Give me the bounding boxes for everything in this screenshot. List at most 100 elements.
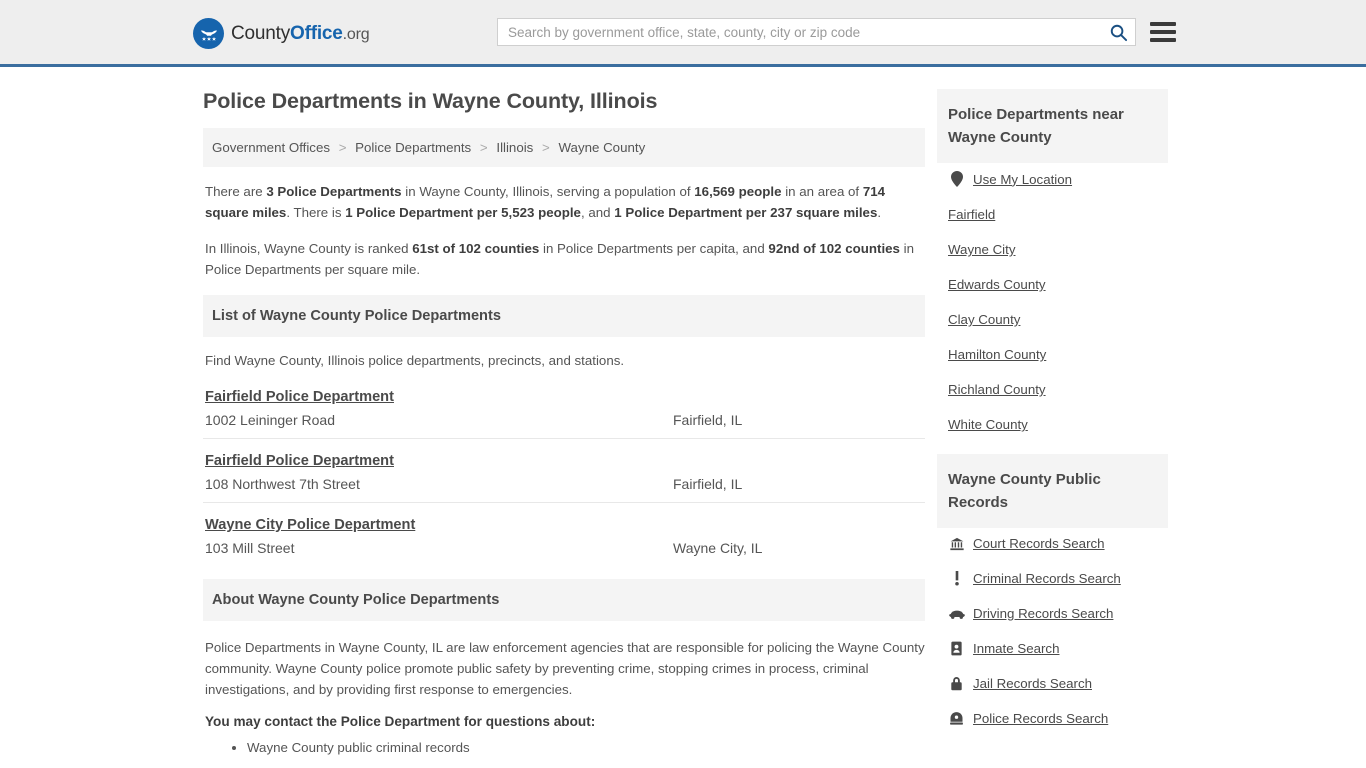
sidebar-item-label: Jail Records Search <box>973 676 1092 691</box>
breadcrumb: Government Offices > Police Departments … <box>203 128 925 167</box>
department-address: 103 Mill Street <box>205 540 295 556</box>
department-detail-line: 1002 Leininger Road Fairfield, IL <box>205 412 925 428</box>
search-input[interactable] <box>498 19 1101 45</box>
search-bar[interactable] <box>497 18 1136 46</box>
sidebar-item-fairfield[interactable]: Fairfield <box>948 207 1168 222</box>
sidebar-item-police-records-search[interactable]: Police Records Search <box>948 711 1168 726</box>
page-body: Police Departments in Wayne County, Illi… <box>0 67 1366 761</box>
breadcrumb-separator-icon: > <box>338 140 347 155</box>
department-detail-line: 108 Northwest 7th Street Fairfield, IL <box>205 476 925 492</box>
sidebar-item-driving-records-search[interactable]: Driving Records Search <box>948 606 1168 621</box>
sidebar-item-label: Court Records Search <box>973 536 1105 551</box>
sidebar-item-edwards-county[interactable]: Edwards County <box>948 277 1168 292</box>
map-pin-icon <box>948 171 965 187</box>
sidebar-public-records-heading: Wayne County Public Records <box>937 454 1168 528</box>
sidebar-item-label: Edwards County <box>948 277 1046 292</box>
sidebar-item-use-my-location[interactable]: Use My Location <box>948 171 1168 187</box>
menu-bar-2 <box>1150 30 1176 34</box>
sidebar-item-clay-county[interactable]: Clay County <box>948 312 1168 327</box>
sidebar-nearby-links: Use My Location Fairfield Wayne City Edw… <box>937 163 1168 432</box>
sidebar-item-label: Use My Location <box>973 171 1073 187</box>
sidebar-nearby-heading: Police Departments near Wayne County <box>937 89 1168 163</box>
hamburger-menu-icon[interactable] <box>1150 20 1176 44</box>
about-contact-heading: You may contact the Police Department fo… <box>205 714 596 729</box>
search-icon <box>1110 24 1127 41</box>
sidebar-item-label: Clay County <box>948 312 1021 327</box>
department-address: 1002 Leininger Road <box>205 412 335 428</box>
stat-department-count: 3 Police Departments <box>266 184 402 199</box>
sidebar: Police Departments near Wayne County Use… <box>937 67 1168 746</box>
site-logo[interactable]: CountyOffice.org <box>193 18 370 49</box>
courthouse-icon <box>948 537 965 551</box>
breadcrumb-separator-icon: > <box>479 140 488 155</box>
exclamation-icon <box>948 571 965 586</box>
sidebar-item-label: Wayne City <box>948 242 1016 257</box>
table-row: Fairfield Police Department 108 Northwes… <box>203 452 925 503</box>
intro-text: in Wayne County, Illinois, serving a pop… <box>401 184 695 199</box>
sidebar-item-criminal-records-search[interactable]: Criminal Records Search <box>948 571 1168 586</box>
car-icon <box>948 608 965 620</box>
intro-text: In Illinois, Wayne County is ranked <box>205 241 413 256</box>
intro-text: . <box>877 205 882 220</box>
department-list: Fairfield Police Department 1002 Leining… <box>203 388 925 566</box>
intro-text: . There is <box>286 205 346 220</box>
intro-text: in an area of <box>781 184 863 199</box>
department-address: 108 Northwest 7th Street <box>205 476 360 492</box>
department-name-link[interactable]: Fairfield Police Department <box>205 389 394 405</box>
table-row: Fairfield Police Department 1002 Leining… <box>203 388 925 439</box>
sidebar-item-label: Criminal Records Search <box>973 571 1121 586</box>
sidebar-item-label: Hamilton County <box>948 347 1047 362</box>
sidebar-item-label: Fairfield <box>948 207 996 222</box>
intro-paragraph-2: In Illinois, Wayne County is ranked 61st… <box>205 238 925 280</box>
brand-part-office: Office <box>290 22 343 44</box>
sidebar-item-wayne-city[interactable]: Wayne City <box>948 242 1168 257</box>
sidebar-item-label: Police Records Search <box>973 711 1109 726</box>
stat-per-capita: 1 Police Department per 5,523 people <box>345 205 581 220</box>
list-section-subtitle: Find Wayne County, Illinois police depar… <box>205 353 625 368</box>
intro-text: There are <box>205 184 267 199</box>
department-city: Fairfield, IL <box>673 412 743 428</box>
brand-part-org: .org <box>342 25 370 43</box>
stat-rank-per-capita: 61st of 102 counties <box>412 241 540 256</box>
breadcrumb-separator-icon: > <box>542 140 550 155</box>
sidebar-item-richland-county[interactable]: Richland County <box>948 382 1168 397</box>
menu-bar-3 <box>1150 38 1176 42</box>
breadcrumb-item-government-offices[interactable]: Government Offices <box>212 140 330 155</box>
menu-bar-1 <box>1150 22 1176 26</box>
stat-population: 16,569 people <box>694 184 782 199</box>
sidebar-item-inmate-search[interactable]: Inmate Search <box>948 641 1168 656</box>
sidebar-item-label: Inmate Search <box>973 641 1060 656</box>
intro-text: in Police Departments per capita, and <box>539 241 769 256</box>
about-section-heading: About Wayne County Police Departments <box>203 579 925 621</box>
sidebar-item-white-county[interactable]: White County <box>948 417 1168 432</box>
table-row: Wayne City Police Department 103 Mill St… <box>203 516 925 566</box>
police-badge-icon <box>948 711 965 726</box>
stat-rank-per-area: 92nd of 102 counties <box>768 241 900 256</box>
search-button[interactable] <box>1101 19 1135 45</box>
department-detail-line: 103 Mill Street Wayne City, IL <box>205 540 925 556</box>
sidebar-item-hamilton-county[interactable]: Hamilton County <box>948 347 1168 362</box>
sidebar-item-label: Richland County <box>948 382 1046 397</box>
page-title: Police Departments in Wayne County, Illi… <box>203 89 658 113</box>
eagle-logo-icon <box>193 18 224 49</box>
intro-paragraph-1: There are 3 Police Departments in Wayne … <box>205 181 925 223</box>
sidebar-item-label: Driving Records Search <box>973 606 1114 621</box>
main-column: Police Departments in Wayne County, Illi… <box>203 67 925 761</box>
department-city: Wayne City, IL <box>673 540 763 556</box>
breadcrumb-item-illinois[interactable]: Illinois <box>496 140 533 155</box>
sidebar-item-label: White County <box>948 417 1028 432</box>
about-bullet-list: Wayne County public criminal records <box>203 737 925 758</box>
sidebar-item-jail-records-search[interactable]: Jail Records Search <box>948 676 1168 691</box>
brand-part-county: County <box>231 22 291 44</box>
department-city: Fairfield, IL <box>673 476 743 492</box>
about-paragraph: Police Departments in Wayne County, IL a… <box>205 640 925 697</box>
sidebar-public-records-links: Court Records Search Criminal Records Se… <box>937 528 1168 726</box>
padlock-icon <box>948 676 965 691</box>
site-header: CountyOffice.org <box>0 0 1366 67</box>
breadcrumb-item-police-departments[interactable]: Police Departments <box>355 140 471 155</box>
site-logo-text: CountyOffice.org <box>231 22 370 45</box>
department-name-link[interactable]: Wayne City Police Department <box>205 517 415 533</box>
breadcrumb-item-wayne-county[interactable]: Wayne County <box>559 140 646 155</box>
department-name-link[interactable]: Fairfield Police Department <box>205 453 394 469</box>
sidebar-item-court-records-search[interactable]: Court Records Search <box>948 536 1168 551</box>
